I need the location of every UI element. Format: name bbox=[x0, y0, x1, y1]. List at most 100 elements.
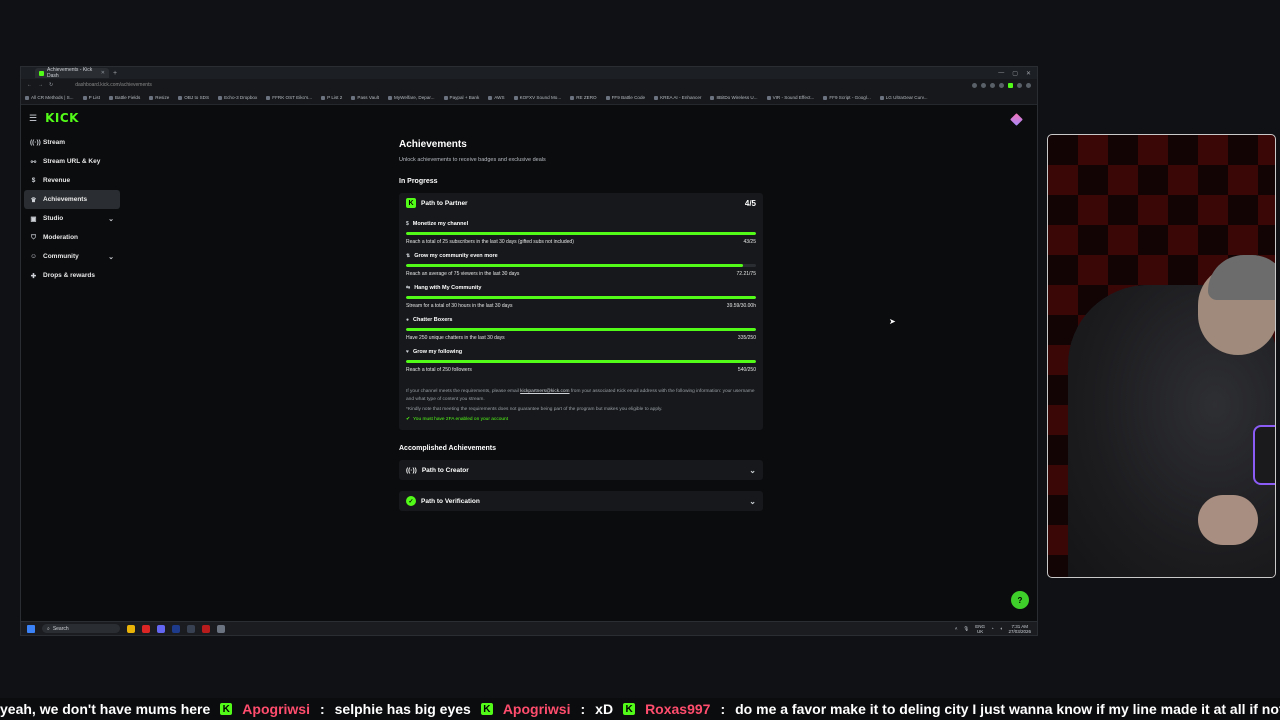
bookmark-item[interactable]: AWS bbox=[488, 95, 505, 100]
forward-icon[interactable]: → bbox=[38, 82, 43, 88]
bookmark-item[interactable]: P List bbox=[82, 95, 100, 100]
tab-title: Achievements - Kick Dash bbox=[47, 67, 93, 79]
chevron-up-icon[interactable]: ˄ bbox=[955, 626, 958, 631]
extension-icon[interactable] bbox=[999, 82, 1004, 88]
bookmark-icon bbox=[321, 95, 326, 100]
requirement-title: Hang with My Community bbox=[414, 285, 482, 291]
progress-bar bbox=[406, 264, 756, 267]
support-chat-button[interactable]: ? bbox=[1011, 591, 1029, 609]
mic-icon[interactable]: 🎙 bbox=[964, 626, 970, 631]
bookmark-item[interactable]: KREA AI - Enhancer bbox=[654, 95, 701, 100]
bookmark-item[interactable]: FF9 Battle Code bbox=[605, 95, 645, 100]
verified-badge-icon: ✓ bbox=[406, 496, 416, 506]
tab-close-icon[interactable]: ✕ bbox=[101, 70, 105, 76]
profile-icon[interactable] bbox=[1017, 82, 1022, 88]
url-field[interactable]: dashboard.kick.com/achievements bbox=[75, 82, 152, 88]
chat-separator: : bbox=[720, 701, 726, 717]
extension-icon[interactable] bbox=[990, 82, 995, 88]
requirement-value: 540/250 bbox=[737, 367, 756, 373]
bookmark-item[interactable]: VIR - Sound Effect... bbox=[766, 95, 814, 100]
bookmark-item[interactable]: KOFXV Sound Mo... bbox=[513, 95, 561, 100]
bookmark-item[interactable]: FF9 Script - Googl... bbox=[823, 95, 871, 100]
new-tab-button[interactable]: + bbox=[113, 70, 117, 77]
extension-icon[interactable] bbox=[972, 82, 977, 88]
note-text: If your channel meets the requirements, … bbox=[406, 389, 519, 394]
path-to-verification-accordion[interactable]: ✓ Path to Verification ⌄ bbox=[399, 491, 763, 511]
page-subtitle: Unlock achievements to receive badges an… bbox=[399, 157, 546, 163]
bookmark-item[interactable]: LG UltraGear Curv... bbox=[879, 95, 928, 100]
microphone bbox=[1253, 425, 1275, 485]
bookmark-icon bbox=[823, 95, 828, 100]
lang-text: ENG bbox=[975, 623, 986, 629]
steam-icon[interactable] bbox=[172, 624, 180, 633]
sidebar-item-revenue[interactable]: $ Revenue bbox=[24, 171, 120, 190]
bookmark-item[interactable]: RE ZERO bbox=[570, 95, 597, 100]
back-icon[interactable]: ← bbox=[27, 82, 32, 88]
taskbar-search[interactable]: ⌕ Search bbox=[42, 624, 120, 633]
kick-logo[interactable]: KICK bbox=[45, 111, 79, 125]
windows-start-icon[interactable] bbox=[27, 624, 35, 633]
reload-icon[interactable]: ↻ bbox=[49, 82, 53, 88]
partner-email-link[interactable]: kickpartners@kick.com bbox=[520, 389, 569, 394]
system-tray: ˄ 🎙 ENG UK ◔ ◖ 7:31 AM 27/03/2026 bbox=[955, 624, 1031, 634]
wifi-icon[interactable]: ◔ bbox=[991, 626, 994, 631]
browser-tab[interactable]: Achievements - Kick Dash ✕ bbox=[35, 67, 109, 79]
maximize-icon[interactable]: ▢ bbox=[1012, 70, 1018, 77]
menu-icon[interactable] bbox=[1026, 82, 1031, 88]
bookmark-label: P List 2 bbox=[327, 95, 343, 100]
language-indicator[interactable]: ENG UK bbox=[975, 624, 985, 634]
chevron-down-icon[interactable]: ⌄ bbox=[108, 253, 114, 261]
bookmark-label: FF9 Script - Googl... bbox=[829, 95, 871, 100]
requirement-item: ● Chatter Boxers Have 250 unique chatters … bbox=[406, 316, 756, 341]
bookmark-item[interactable]: Echo-3 Dropbox bbox=[218, 95, 257, 100]
path-to-creator-accordion[interactable]: ((·)) Path to Creator ⌄ bbox=[399, 460, 763, 480]
app-icon[interactable] bbox=[187, 624, 195, 633]
bookmark-item[interactable]: OBJ to SDS bbox=[178, 95, 209, 100]
bookmark-item[interactable]: Resize bbox=[149, 95, 169, 100]
sidebar-item-community[interactable]: ☺ Community ⌄ bbox=[24, 247, 120, 266]
opera-gx-icon[interactable] bbox=[142, 624, 150, 633]
requirement-item: ⇆ Hang with My Community Stream for a tota… bbox=[406, 284, 756, 309]
bookmark-label: Pass Vault bbox=[357, 95, 379, 100]
shield-icon: ⛉ bbox=[31, 233, 36, 241]
close-window-icon[interactable]: ✕ bbox=[1026, 70, 1031, 77]
extension-icon[interactable] bbox=[981, 82, 986, 88]
minimize-icon[interactable]: — bbox=[998, 70, 1004, 77]
bookmark-item[interactable]: Paypal + Bank bbox=[443, 95, 479, 100]
sidebar-item-stream[interactable]: ((·)) Stream bbox=[24, 133, 120, 152]
sidebar-item-label: Drops & rewards bbox=[43, 272, 96, 279]
kick-badge-icon: K bbox=[220, 703, 233, 715]
bookmark-item[interactable]: Battle Fields bbox=[108, 95, 140, 100]
bookmark-item[interactable]: All CR Methods | S... bbox=[25, 95, 74, 100]
bookmark-icon bbox=[570, 95, 575, 100]
app-icon[interactable] bbox=[202, 624, 210, 633]
kick-extension-icon[interactable] bbox=[1008, 82, 1013, 88]
clock[interactable]: 7:31 AM 27/03/2026 bbox=[1008, 624, 1031, 634]
bookmark-item[interactable]: MyWelfare, Depar... bbox=[388, 95, 435, 100]
requirement-text: You must have 2FA enabled on your accoun… bbox=[413, 417, 509, 422]
volume-icon[interactable]: ◖ bbox=[1000, 626, 1003, 631]
hamburger-menu-icon[interactable]: ☰ bbox=[29, 113, 37, 124]
app-icon[interactable] bbox=[217, 624, 225, 633]
window-controls: — ▢ ✕ bbox=[998, 70, 1037, 77]
sidebar-item-drops-rewards[interactable]: ✚ Drops & rewards bbox=[24, 266, 120, 285]
chat-message: xD bbox=[595, 701, 614, 717]
file-explorer-icon[interactable] bbox=[127, 624, 135, 633]
mouse-cursor-icon: ➤ bbox=[889, 317, 896, 326]
chevron-down-icon[interactable]: ⌄ bbox=[749, 466, 756, 475]
chevron-down-icon[interactable]: ⌄ bbox=[749, 497, 756, 506]
discord-icon[interactable] bbox=[157, 624, 165, 633]
sidebar-item-stream-url-key[interactable]: ⚯ Stream URL & Key bbox=[24, 152, 120, 171]
user-avatar-icon[interactable] bbox=[1010, 113, 1023, 126]
bookmark-item[interactable]: 8BitDo Wireless U... bbox=[710, 95, 758, 100]
sidebar-item-achievements[interactable]: ♛ Achievements bbox=[24, 190, 120, 209]
sidebar-item-moderation[interactable]: ⛉ Moderation bbox=[24, 228, 120, 247]
trophy-icon: ♛ bbox=[30, 196, 37, 204]
chevron-down-icon[interactable]: ⌄ bbox=[108, 215, 114, 223]
page-title: Achievements bbox=[399, 139, 467, 150]
bookmark-item[interactable]: P List 2 bbox=[321, 95, 342, 100]
bookmark-item[interactable]: Pass Vault bbox=[351, 95, 379, 100]
requirement-item: ♥ Grow my following Reach a total of 250 f… bbox=[406, 348, 756, 373]
bookmark-item[interactable]: FFRK OST Eiko's... bbox=[266, 95, 312, 100]
sidebar-item-studio[interactable]: ▣ Studio ⌄ bbox=[24, 209, 120, 228]
